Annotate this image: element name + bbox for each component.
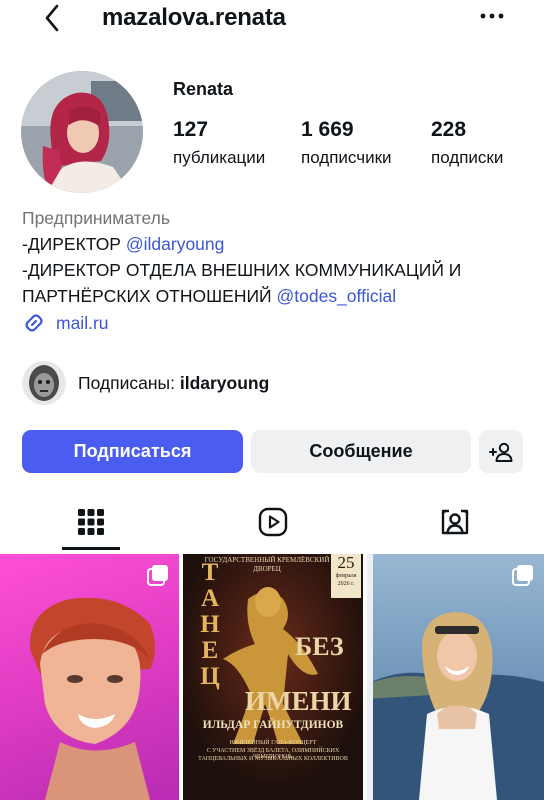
stat-posts-label: публикации xyxy=(173,148,266,167)
back-button[interactable] xyxy=(38,2,66,34)
profile-bio: Предприниматель -ДИРЕКТОР @ildaryoung -Д… xyxy=(22,205,532,309)
content-tabs xyxy=(0,492,544,552)
mention-todes-official[interactable]: @todes_official xyxy=(277,286,397,306)
poster-title-word-3: ИМЕНИ xyxy=(245,686,352,716)
followed-by-prefix: Подписаны: xyxy=(78,372,180,393)
multiple-photos-icon xyxy=(147,565,168,586)
post-tile-2[interactable]: ГОСУДАРСТВЕННЫЙ КРЕМЛЁВСКИЙ ДВОРЕЦ 25 фе… xyxy=(183,554,363,800)
tagged-person-icon xyxy=(441,509,469,535)
post-tile-3[interactable] xyxy=(367,554,544,800)
poster-subtitle-3: ТАНЦЕВАЛЬНЫХ И МУЗЫКАЛЬНЫХ КОЛЛЕКТИВОВ xyxy=(198,756,348,762)
avatar-photo xyxy=(21,71,143,193)
follower-avatar xyxy=(22,361,66,405)
active-tab-indicator xyxy=(62,547,120,550)
stat-posts-count: 127 xyxy=(173,118,209,141)
website-text: mail.ru xyxy=(56,312,109,333)
stat-posts[interactable]: 127 публикации xyxy=(173,118,301,170)
suggested-accounts-button[interactable] xyxy=(479,430,523,473)
link-icon xyxy=(25,314,43,332)
stat-following-label: подписки xyxy=(431,148,504,167)
stat-following[interactable]: 228 подписки xyxy=(431,118,503,170)
profile-header: mazalova.renata xyxy=(0,0,544,40)
poster-subtitle: ЮБИЛЕЙНЫЙ ГАЛА-КОНЦЕРТ xyxy=(229,740,317,746)
profile-category: Предприниматель xyxy=(22,208,170,228)
add-person-icon xyxy=(489,442,513,462)
followed-by-text: Подписаны: ildaryoung xyxy=(78,373,269,394)
poster-title-word-1: ТАНЕЦ xyxy=(200,559,220,690)
mention-ildaryoung[interactable]: @ildaryoung xyxy=(126,234,225,254)
more-horizontal-icon xyxy=(480,13,504,19)
profile-avatar[interactable] xyxy=(21,71,143,193)
poster-author: ИЛЬДАР ГАЙНУТДИНОВ xyxy=(202,719,344,731)
followed-by-username: ildaryoung xyxy=(179,372,270,393)
poster-date-day: 25 xyxy=(337,554,355,572)
stat-following-count: 228 xyxy=(431,118,467,141)
bio-line-1-text: -ДИРЕКТОР xyxy=(22,234,126,254)
posts-grid: ГОСУДАРСТВЕННЫЙ КРЕМЛЁВСКИЙ ДВОРЕЦ 25 фе… xyxy=(0,554,544,800)
poster-date-box: 25 февраля 2026 г. xyxy=(331,554,361,598)
stat-followers[interactable]: 1 669 подписчики xyxy=(301,118,431,170)
stat-followers-count: 1 669 xyxy=(301,118,354,141)
poster-date-year: 2026 г. xyxy=(337,581,355,587)
stat-followers-label: подписчики xyxy=(301,148,392,167)
multiple-photos-icon xyxy=(512,565,533,586)
post-tile-1[interactable] xyxy=(0,554,179,800)
follow-button[interactable]: Подписаться xyxy=(22,430,243,473)
bio-line-1: -ДИРЕКТОР @ildaryoung xyxy=(22,231,532,257)
followed-by[interactable]: Подписаны: ildaryoung xyxy=(22,361,269,405)
message-button[interactable]: Сообщение xyxy=(251,430,471,473)
more-options-button[interactable] xyxy=(478,4,506,28)
bio-line-2: -ДИРЕКТОР ОТДЕЛА ВНЕШНИХ КОММУНИКАЦИЙ И … xyxy=(22,257,532,309)
post-3-photo xyxy=(367,554,544,800)
poster-date-month: февраля xyxy=(335,573,357,579)
grid-icon xyxy=(78,509,104,535)
profile-website-link[interactable]: mail.ru xyxy=(22,311,109,335)
tab-posts[interactable] xyxy=(31,492,151,552)
profile-stats: 127 публикации 1 669 подписчики 228 подп… xyxy=(173,118,503,170)
follower-avatar-photo xyxy=(22,361,66,405)
tab-tagged[interactable] xyxy=(395,492,515,552)
profile-display-name: Renata xyxy=(173,79,234,99)
profile-username: mazalova.renata xyxy=(102,4,286,31)
poster-title-word-2: БЕЗ xyxy=(295,632,344,661)
post-1-photo xyxy=(29,597,156,800)
chevron-left-icon xyxy=(45,4,59,32)
reels-icon xyxy=(258,507,288,537)
tab-reels[interactable] xyxy=(213,492,333,552)
